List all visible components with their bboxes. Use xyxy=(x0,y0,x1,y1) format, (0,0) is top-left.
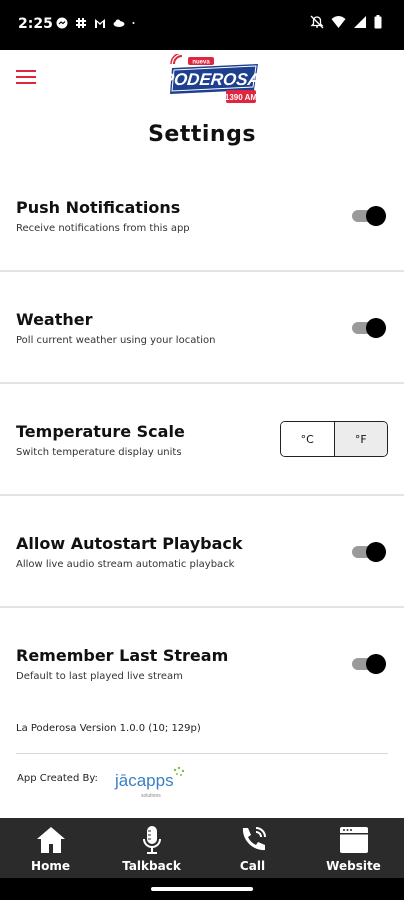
setting-weather: Weather Poll current weather using your … xyxy=(0,272,404,384)
push-notifications-toggle[interactable] xyxy=(352,205,386,226)
page-title: Settings xyxy=(148,122,256,147)
setting-push-notifications: Push Notifications Receive notifications… xyxy=(0,160,404,272)
status-time: 2:25 xyxy=(18,16,53,32)
nav-home[interactable]: Home xyxy=(0,818,101,878)
autostart-playback-toggle[interactable] xyxy=(352,541,386,562)
app-header: nueva PODEROSA 1390 AM xyxy=(0,50,404,110)
setting-title: Allow Autostart Playback xyxy=(16,534,243,553)
system-icons xyxy=(310,15,382,29)
slack-icon xyxy=(76,18,86,28)
divider xyxy=(16,753,388,754)
gmail-icon xyxy=(95,19,105,28)
setting-title: Push Notifications xyxy=(16,198,181,217)
setting-description: Default to last played live stream xyxy=(16,671,183,682)
phone-icon xyxy=(242,827,266,851)
browser-window-icon xyxy=(339,827,368,853)
home-gesture-bar[interactable] xyxy=(151,887,253,891)
wifi-icon xyxy=(331,16,346,28)
nav-label: Website xyxy=(326,859,381,873)
ringer-muted-icon xyxy=(310,15,324,29)
setting-description: Poll current weather using your location xyxy=(16,335,216,346)
system-gesture-area xyxy=(0,878,404,900)
setting-description: Allow live audio stream automatic playba… xyxy=(16,559,235,570)
setting-temperature-scale: Temperature Scale Switch temperature dis… xyxy=(0,384,404,496)
logo-text: PODEROSA xyxy=(168,70,261,89)
status-bar: 2:25 xyxy=(0,0,404,50)
signal-icon xyxy=(354,16,366,28)
poderosa-logo-icon: nueva PODEROSA 1390 AM xyxy=(162,52,261,103)
home-icon xyxy=(36,827,65,853)
fahrenheit-option[interactable]: °F xyxy=(334,422,387,456)
setting-title: Temperature Scale xyxy=(16,422,185,441)
jacapps-logo-subtext: solutions xyxy=(141,793,161,799)
nav-call[interactable]: Call xyxy=(202,818,303,878)
logo-badge: 1390 AM xyxy=(225,93,258,102)
setting-description: Receive notifications from this app xyxy=(16,223,190,234)
celsius-option[interactable]: °C xyxy=(281,422,335,456)
notification-icons xyxy=(56,17,138,29)
logo-top-text: nueva xyxy=(192,60,210,66)
jacapps-logo-icon: jācapps solutions xyxy=(114,766,185,799)
setting-description: Switch temperature display units xyxy=(16,447,182,458)
credit-label: App Created By: xyxy=(17,773,98,784)
hamburger-menu-icon[interactable] xyxy=(16,66,40,90)
bottom-navigation: Home Talkback Call Website xyxy=(0,818,404,878)
microphone-icon xyxy=(142,826,161,854)
nav-label: Talkback xyxy=(122,859,181,873)
cloud-icon xyxy=(113,19,125,27)
jacapps-logo-text: jācapps xyxy=(114,771,174,790)
setting-remember-last-stream: Remember Last Stream Default to last pla… xyxy=(0,608,404,720)
setting-title: Weather xyxy=(16,310,93,329)
jacapps-logo[interactable]: jācapps solutions xyxy=(113,764,189,800)
version-text: La Poderosa Version 1.0.0 (10; 129p) xyxy=(16,723,201,734)
station-logo: nueva PODEROSA 1390 AM xyxy=(162,52,262,106)
setting-autostart-playback: Allow Autostart Playback Allow live audi… xyxy=(0,496,404,608)
weather-toggle[interactable] xyxy=(352,317,386,338)
dot-icon xyxy=(132,22,135,24)
messenger-icon xyxy=(56,17,68,29)
battery-icon xyxy=(374,15,382,29)
nav-label: Home xyxy=(31,859,70,873)
setting-title: Remember Last Stream xyxy=(16,646,229,665)
temperature-scale-selector: °C °F xyxy=(280,421,388,457)
nav-talkback[interactable]: Talkback xyxy=(101,818,202,878)
nav-label: Call xyxy=(239,859,266,873)
remember-last-stream-toggle[interactable] xyxy=(352,653,386,674)
nav-website[interactable]: Website xyxy=(303,818,404,878)
